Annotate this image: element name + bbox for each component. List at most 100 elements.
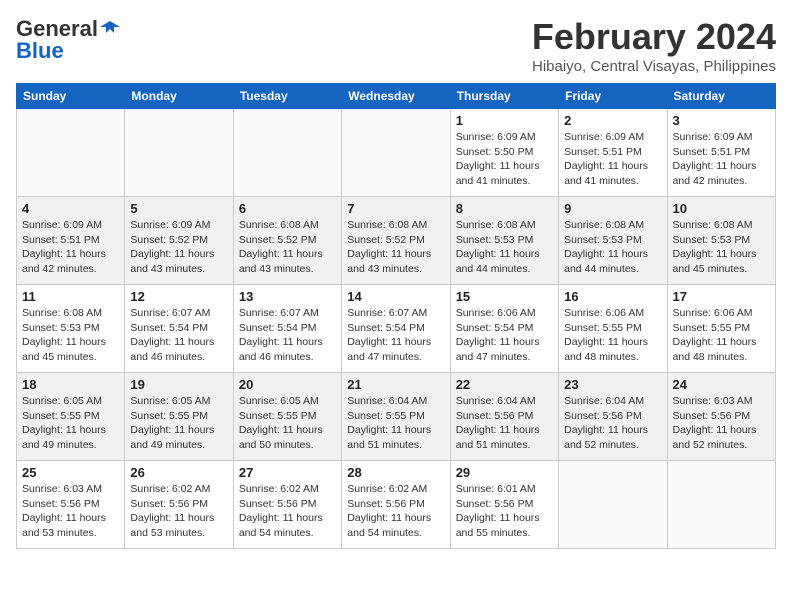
calendar-week-4: 18 Sunrise: 6:05 AMSunset: 5:55 PMDayligh… — [17, 373, 776, 461]
logo-blue: Blue — [16, 38, 64, 64]
day-number: 20 — [239, 377, 336, 392]
day-number: 6 — [239, 201, 336, 216]
day-number: 15 — [456, 289, 553, 304]
calendar-cell: 14 Sunrise: 6:07 AMSunset: 5:54 PMDayligh… — [342, 285, 450, 373]
calendar-cell: 7 Sunrise: 6:08 AMSunset: 5:52 PMDaylight… — [342, 197, 450, 285]
calendar-week-1: 1 Sunrise: 6:09 AMSunset: 5:50 PMDaylight… — [17, 109, 776, 197]
day-number: 29 — [456, 465, 553, 480]
day-info: Sunrise: 6:05 AMSunset: 5:55 PMDaylight:… — [239, 394, 336, 453]
calendar-cell: 13Sunrise: 6:07 AMSunset: 5:54 PMDayligh… — [233, 285, 341, 373]
day-info: Sunrise: 6:03 AMSunset: 5:56 PMDaylight:… — [22, 482, 119, 541]
calendar-cell: 27 Sunrise: 6:02 AMSunset: 5:56 PMDayligh… — [233, 461, 341, 549]
day-number: 28 — [347, 465, 444, 480]
calendar-cell — [17, 109, 125, 197]
calendar-cell: 25 Sunrise: 6:03 AMSunset: 5:56 PMDayligh… — [17, 461, 125, 549]
calendar-cell: 22Sunrise: 6:04 AMSunset: 5:56 PMDayligh… — [450, 373, 558, 461]
day-info: Sunrise: 6:01 AMSunset: 5:56 PMDaylight:… — [456, 482, 553, 541]
day-number: 12 — [130, 289, 227, 304]
day-number: 16 — [564, 289, 661, 304]
day-number: 13 — [239, 289, 336, 304]
calendar-cell — [342, 109, 450, 197]
calendar-week-5: 25 Sunrise: 6:03 AMSunset: 5:56 PMDayligh… — [17, 461, 776, 549]
title-block: February 2024 Hibaiyo, Central Visayas, … — [532, 16, 776, 75]
day-info: Sunrise: 6:02 AMSunset: 5:56 PMDaylight:… — [130, 482, 227, 541]
calendar-cell: 15 Sunrise: 6:06 AMSunset: 5:54 PMDayligh… — [450, 285, 558, 373]
day-number: 2 — [564, 113, 661, 128]
calendar-cell — [125, 109, 233, 197]
calendar-header-saturday: Saturday — [667, 84, 775, 109]
calendar-cell: 28 Sunrise: 6:02 AMSunset: 5:56 PMDayligh… — [342, 461, 450, 549]
day-info: Sunrise: 6:02 AMSunset: 5:56 PMDaylight:… — [239, 482, 336, 541]
calendar-week-3: 11 Sunrise: 6:08 AMSunset: 5:53 PMDayligh… — [17, 285, 776, 373]
day-info: Sunrise: 6:08 AMSunset: 5:52 PMDaylight:… — [239, 218, 336, 277]
day-info: Sunrise: 6:04 AMSunset: 5:56 PMDaylight:… — [564, 394, 661, 453]
day-number: 3 — [673, 113, 770, 128]
calendar-header-thursday: Thursday — [450, 84, 558, 109]
calendar-table: SundayMondayTuesdayWednesdayThursdayFrid… — [16, 83, 776, 549]
calendar-cell: 11 Sunrise: 6:08 AMSunset: 5:53 PMDayligh… — [17, 285, 125, 373]
calendar-cell: 9Sunrise: 6:08 AMSunset: 5:53 PMDaylight… — [559, 197, 667, 285]
day-info: Sunrise: 6:09 AMSunset: 5:51 PMDaylight:… — [564, 130, 661, 189]
day-info: Sunrise: 6:07 AMSunset: 5:54 PMDaylight:… — [130, 306, 227, 365]
day-info: Sunrise: 6:08 AMSunset: 5:53 PMDaylight:… — [456, 218, 553, 277]
calendar-cell: 26 Sunrise: 6:02 AMSunset: 5:56 PMDayligh… — [125, 461, 233, 549]
day-info: Sunrise: 6:06 AMSunset: 5:55 PMDaylight:… — [673, 306, 770, 365]
day-number: 26 — [130, 465, 227, 480]
calendar-cell: 12 Sunrise: 6:07 AMSunset: 5:54 PMDayligh… — [125, 285, 233, 373]
logo-bird-icon — [100, 19, 120, 39]
day-number: 25 — [22, 465, 119, 480]
day-number: 1 — [456, 113, 553, 128]
calendar-header-sunday: Sunday — [17, 84, 125, 109]
day-info: Sunrise: 6:05 AMSunset: 5:55 PMDaylight:… — [130, 394, 227, 453]
calendar-header-monday: Monday — [125, 84, 233, 109]
calendar-cell: 1 Sunrise: 6:09 AMSunset: 5:50 PMDaylight… — [450, 109, 558, 197]
day-number: 11 — [22, 289, 119, 304]
calendar-cell: 16 Sunrise: 6:06 AMSunset: 5:55 PMDayligh… — [559, 285, 667, 373]
day-number: 23 — [564, 377, 661, 392]
day-number: 10 — [673, 201, 770, 216]
calendar-cell: 19 Sunrise: 6:05 AMSunset: 5:55 PMDayligh… — [125, 373, 233, 461]
month-title: February 2024 — [532, 16, 776, 58]
calendar-cell — [667, 461, 775, 549]
page-header: General Blue February 2024 Hibaiyo, Cent… — [16, 16, 776, 75]
calendar-cell: 21 Sunrise: 6:04 AMSunset: 5:55 PMDayligh… — [342, 373, 450, 461]
day-info: Sunrise: 6:08 AMSunset: 5:53 PMDaylight:… — [564, 218, 661, 277]
calendar-cell: 3 Sunrise: 6:09 AMSunset: 5:51 PMDaylight… — [667, 109, 775, 197]
calendar-cell: 6 Sunrise: 6:08 AMSunset: 5:52 PMDaylight… — [233, 197, 341, 285]
calendar-cell: 17Sunrise: 6:06 AMSunset: 5:55 PMDayligh… — [667, 285, 775, 373]
calendar-header-row: SundayMondayTuesdayWednesdayThursdayFrid… — [17, 84, 776, 109]
day-number: 27 — [239, 465, 336, 480]
day-number: 19 — [130, 377, 227, 392]
day-number: 5 — [130, 201, 227, 216]
day-info: Sunrise: 6:07 AMSunset: 5:54 PMDaylight:… — [347, 306, 444, 365]
calendar-week-2: 4 Sunrise: 6:09 AMSunset: 5:51 PMDaylight… — [17, 197, 776, 285]
calendar-cell: 4 Sunrise: 6:09 AMSunset: 5:51 PMDaylight… — [17, 197, 125, 285]
day-number: 21 — [347, 377, 444, 392]
day-number: 18 — [22, 377, 119, 392]
calendar-header-tuesday: Tuesday — [233, 84, 341, 109]
day-info: Sunrise: 6:09 AMSunset: 5:51 PMDaylight:… — [22, 218, 119, 277]
day-info: Sunrise: 6:05 AMSunset: 5:55 PMDaylight:… — [22, 394, 119, 453]
location-title: Hibaiyo, Central Visayas, Philippines — [532, 58, 776, 75]
day-info: Sunrise: 6:06 AMSunset: 5:55 PMDaylight:… — [564, 306, 661, 365]
day-info: Sunrise: 6:03 AMSunset: 5:56 PMDaylight:… — [673, 394, 770, 453]
day-number: 7 — [347, 201, 444, 216]
calendar-cell: 20 Sunrise: 6:05 AMSunset: 5:55 PMDayligh… — [233, 373, 341, 461]
day-info: Sunrise: 6:02 AMSunset: 5:56 PMDaylight:… — [347, 482, 444, 541]
calendar-cell: 29 Sunrise: 6:01 AMSunset: 5:56 PMDayligh… — [450, 461, 558, 549]
day-number: 8 — [456, 201, 553, 216]
calendar-cell: 5Sunrise: 6:09 AMSunset: 5:52 PMDaylight… — [125, 197, 233, 285]
day-info: Sunrise: 6:09 AMSunset: 5:50 PMDaylight:… — [456, 130, 553, 189]
calendar-cell: 2 Sunrise: 6:09 AMSunset: 5:51 PMDaylight… — [559, 109, 667, 197]
day-number: 14 — [347, 289, 444, 304]
calendar-cell — [559, 461, 667, 549]
day-info: Sunrise: 6:08 AMSunset: 5:52 PMDaylight:… — [347, 218, 444, 277]
day-number: 22 — [456, 377, 553, 392]
day-info: Sunrise: 6:04 AMSunset: 5:55 PMDaylight:… — [347, 394, 444, 453]
day-number: 4 — [22, 201, 119, 216]
day-info: Sunrise: 6:06 AMSunset: 5:54 PMDaylight:… — [456, 306, 553, 365]
calendar-cell: 10 Sunrise: 6:08 AMSunset: 5:53 PMDayligh… — [667, 197, 775, 285]
day-info: Sunrise: 6:08 AMSunset: 5:53 PMDaylight:… — [673, 218, 770, 277]
day-info: Sunrise: 6:09 AMSunset: 5:51 PMDaylight:… — [673, 130, 770, 189]
day-info: Sunrise: 6:08 AMSunset: 5:53 PMDaylight:… — [22, 306, 119, 365]
